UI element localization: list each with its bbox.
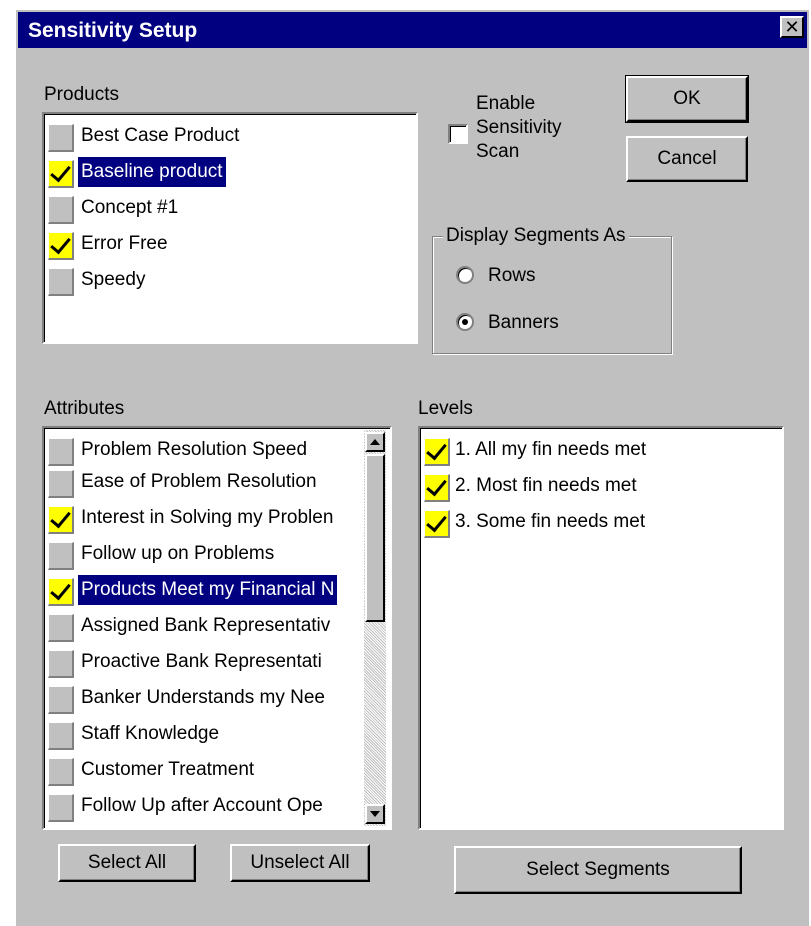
level-checkbox[interactable] — [424, 438, 450, 466]
unselect-all-button[interactable]: Unselect All — [230, 844, 370, 882]
ok-button[interactable]: OK — [625, 75, 749, 123]
product-label: Baseline product — [78, 157, 226, 187]
attribute-label: Problem Resolution Speed — [81, 439, 308, 460]
attribute-checkbox[interactable] — [48, 686, 74, 714]
scroll-thumb[interactable] — [365, 454, 385, 622]
attribute-checkbox[interactable] — [48, 470, 74, 498]
select-segments-button[interactable]: Select Segments — [454, 846, 742, 894]
level-checkbox[interactable] — [424, 474, 450, 502]
attribute-label: Follow up on Problems — [81, 543, 275, 564]
level-label: 3. Some fin needs met — [455, 511, 646, 532]
enable-sensitivity-checkbox[interactable] — [448, 124, 468, 144]
levels-label: Levels — [418, 398, 473, 419]
arrow-up-icon — [370, 439, 380, 445]
sensitivity-label-line3: Scan — [476, 141, 520, 162]
display-segments-legend: Display Segments As — [443, 225, 629, 247]
rows-label: Rows — [488, 265, 536, 286]
scroll-up-button[interactable] — [365, 432, 385, 452]
attribute-checkbox[interactable] — [48, 614, 74, 642]
attribute-label: Proactive Bank Representati — [81, 651, 322, 672]
attribute-checkbox[interactable] — [48, 722, 74, 750]
attribute-label: Banker Understands my Nee — [81, 687, 325, 708]
product-label: Concept #1 — [81, 197, 179, 218]
level-label: 2. Most fin needs met — [455, 475, 637, 496]
select-all-button[interactable]: Select All — [58, 844, 196, 882]
product-checkbox[interactable] — [48, 160, 74, 188]
scroll-down-button[interactable] — [365, 804, 385, 824]
product-checkbox[interactable] — [48, 196, 74, 224]
enable-sensitivity-label: Enable Sensitivity Scan — [476, 92, 562, 164]
attribute-checkbox[interactable] — [48, 650, 74, 678]
product-checkbox[interactable] — [48, 268, 74, 296]
product-label: Speedy — [81, 269, 146, 290]
rows-radio[interactable] — [456, 266, 474, 284]
attribute-checkbox[interactable] — [48, 542, 74, 570]
attribute-label: Products Meet my Financial N — [78, 575, 338, 605]
attribute-label: Staff Knowledge — [81, 723, 220, 744]
products-listbox[interactable]: Best Case Product Baseline product Conce… — [42, 112, 418, 344]
product-label: Best Case Product — [81, 125, 240, 146]
attributes-listbox[interactable]: Problem Resolution Speed Ease of Problem… — [42, 426, 392, 830]
levels-listbox[interactable]: 1. All my fin needs met 2. Most fin need… — [418, 426, 784, 830]
product-checkbox[interactable] — [48, 124, 74, 152]
attribute-checkbox[interactable] — [48, 438, 74, 466]
product-label: Error Free — [81, 233, 168, 254]
level-label: 1. All my fin needs met — [455, 439, 647, 460]
attributes-scrollbar[interactable] — [364, 430, 386, 826]
attribute-checkbox[interactable] — [48, 758, 74, 786]
banners-label: Banners — [488, 312, 559, 333]
title-bar: Sensitivity Setup — [18, 12, 807, 48]
banners-radio[interactable] — [456, 313, 474, 331]
attribute-label: Assigned Bank Representativ — [81, 615, 331, 636]
attribute-checkbox[interactable] — [48, 578, 74, 606]
attribute-label: Ease of Problem Resolution — [81, 471, 317, 492]
attribute-label: Customer Treatment — [81, 759, 255, 780]
sensitivity-label-line1: Enable — [476, 93, 536, 114]
attribute-checkbox[interactable] — [48, 506, 74, 534]
level-checkbox[interactable] — [424, 510, 450, 538]
display-segments-group: Display Segments As — [432, 225, 672, 354]
close-button[interactable]: ✕ — [780, 16, 804, 38]
products-label: Products — [44, 84, 119, 105]
attribute-label: Interest in Solving my Problen — [81, 507, 334, 528]
sensitivity-label-line2: Sensitivity — [476, 117, 562, 138]
cancel-button[interactable]: Cancel — [626, 136, 748, 182]
attribute-checkbox[interactable] — [48, 794, 74, 822]
attributes-label: Attributes — [44, 398, 125, 419]
arrow-down-icon — [370, 811, 380, 817]
attribute-label: Follow Up after Account Ope — [81, 795, 323, 816]
window-title: Sensitivity Setup — [28, 19, 198, 42]
product-checkbox[interactable] — [48, 232, 74, 260]
